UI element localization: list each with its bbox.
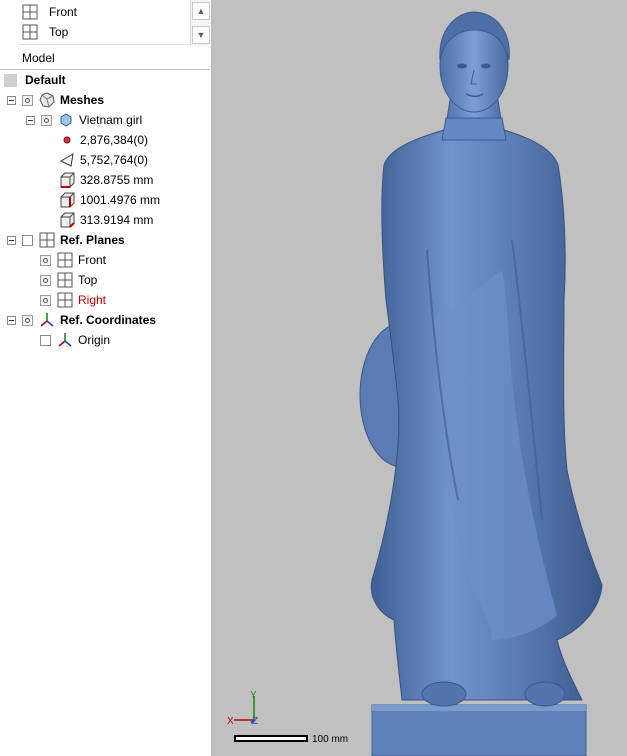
plane-grid-icon	[22, 4, 38, 20]
size-y-value: 1001.4976 mm	[80, 193, 161, 207]
mesh-vertex-count: 2,876,384(0)	[59, 130, 148, 150]
triangle-count-value: 5,752,764(0)	[80, 153, 149, 167]
triangle-icon	[59, 153, 74, 167]
vertex-count-value: 2,876,384(0)	[80, 133, 149, 147]
axis-z-label: Z	[252, 716, 258, 727]
tree-node-mesh-vietnam-girl[interactable]: Vietnam girl	[26, 110, 142, 130]
mesh-triangle-count: 5,752,764(0)	[59, 150, 148, 170]
visibility-eye-icon[interactable]	[22, 314, 33, 326]
visibility-eye-icon[interactable]	[22, 94, 33, 106]
coordinate-axes-icon	[58, 333, 72, 347]
mesh-body-icon	[60, 113, 72, 127]
tree-root-default[interactable]: Default	[4, 70, 66, 90]
divider	[20, 44, 190, 45]
vertex-point-icon	[63, 136, 71, 144]
visibility-eye-icon[interactable]	[40, 274, 51, 286]
tree-root-label: Default	[25, 73, 66, 87]
view-item-label: Front	[49, 5, 78, 19]
axis-y-label: Y	[250, 690, 257, 701]
mesh-size-z: 313.9194 mm	[59, 210, 153, 230]
visibility-eye-icon[interactable]	[40, 294, 51, 306]
bbox-y-icon	[60, 192, 75, 208]
tree-node-label: Ref. Coordinates	[60, 313, 157, 327]
tree-node-meshes[interactable]: Meshes	[7, 90, 104, 110]
tree-node-ref-coordinates[interactable]: Ref. Coordinates	[7, 310, 156, 330]
collapse-toggle-icon[interactable]	[7, 95, 16, 105]
statue-base	[371, 704, 587, 756]
size-x-value: 328.8755 mm	[80, 173, 154, 187]
mesh-render: Y X Z 100 mm	[227, 11, 603, 756]
scroll-up-icon[interactable]: ▲	[192, 2, 210, 20]
plane-grid-icon	[57, 292, 73, 308]
tree-node-label: Meshes	[60, 93, 105, 107]
plane-grid-icon	[57, 272, 73, 288]
tree-node-label: Ref. Planes	[60, 233, 125, 247]
3d-viewport[interactable]: Y X Z 100 mm	[212, 0, 627, 756]
tree-node-label: Vietnam girl	[79, 113, 143, 127]
size-z-value: 313.9194 mm	[80, 213, 154, 227]
tree-node-ref-planes[interactable]: Ref. Planes	[7, 230, 125, 250]
view-item-top[interactable]: Top	[22, 22, 68, 42]
tree-node-plane-right[interactable]: Right	[40, 290, 106, 310]
mesh-icon	[39, 92, 55, 108]
collapse-toggle-icon[interactable]	[7, 315, 16, 325]
mesh-size-y: 1001.4976 mm	[59, 190, 160, 210]
scale-bar	[234, 735, 308, 742]
plane-grid-icon	[57, 252, 73, 268]
scale-bar-label: 100 mm	[312, 734, 348, 745]
tree-node-plane-front[interactable]: Front	[40, 250, 106, 270]
tree-node-label: Origin	[78, 333, 111, 347]
visibility-eye-icon[interactable]	[40, 254, 51, 266]
axis-x-label: X	[227, 716, 234, 727]
visibility-checkbox[interactable]	[40, 334, 51, 346]
views-scrollbar[interactable]: ▲ ▼	[190, 0, 210, 46]
feature-tree-panel: Front Top ▲ ▼ Model Default Meshes Vietn…	[0, 0, 212, 756]
root-node-icon	[4, 73, 17, 87]
scroll-down-icon[interactable]: ▼	[192, 26, 210, 44]
tree-node-label: Right	[78, 293, 107, 307]
collapse-toggle-icon[interactable]	[7, 235, 16, 245]
collapse-toggle-icon[interactable]	[26, 115, 35, 125]
view-item-front[interactable]: Front	[22, 2, 77, 22]
mesh-size-x: 328.8755 mm	[59, 170, 153, 190]
bbox-z-icon	[60, 212, 75, 228]
view-item-label: Top	[49, 25, 69, 39]
tree-node-origin[interactable]: Origin	[40, 330, 110, 350]
visibility-checkbox[interactable]	[22, 234, 33, 246]
plane-grid-icon	[39, 232, 55, 248]
tree-node-plane-top[interactable]: Top	[40, 270, 97, 290]
plane-grid-icon	[22, 24, 38, 40]
coordinate-axes-icon	[40, 313, 54, 327]
visibility-eye-icon[interactable]	[41, 114, 52, 126]
tree-node-label: Top	[78, 273, 98, 287]
tree-node-label: Front	[78, 253, 107, 267]
bbox-x-icon	[60, 172, 75, 188]
model-section-label: Model	[22, 51, 55, 65]
